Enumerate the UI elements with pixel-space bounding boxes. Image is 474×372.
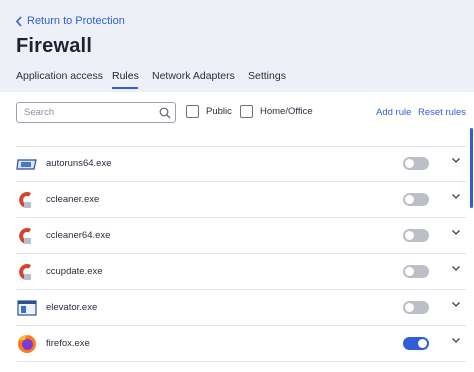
home-office-checkbox-label: Home/Office	[260, 106, 313, 117]
rule-toggle[interactable]	[403, 193, 429, 206]
toggle-knob	[405, 159, 414, 168]
tab-settings[interactable]: Settings	[248, 70, 286, 82]
search-input[interactable]: Search	[16, 102, 176, 123]
chevron-down-icon[interactable]	[450, 226, 462, 238]
rule-toggle[interactable]	[403, 265, 429, 278]
chevron-down-icon[interactable]	[450, 262, 462, 274]
firefox-icon	[18, 335, 36, 353]
add-rule-button[interactable]: Add rule	[376, 107, 411, 118]
list-item: elevator.exe	[16, 290, 466, 326]
active-tab-indicator	[112, 87, 138, 89]
rule-name: firefox.exe	[46, 338, 90, 349]
rule-toggle[interactable]	[403, 229, 429, 242]
search-placeholder: Search	[24, 107, 55, 118]
tab-rules[interactable]: Rules	[112, 70, 139, 82]
chevron-down-icon[interactable]	[450, 154, 462, 166]
rule-name: elevator.exe	[46, 302, 98, 313]
chevron-down-icon[interactable]	[450, 334, 462, 346]
toggle-knob	[405, 195, 414, 204]
rule-name: ccupdate.exe	[46, 266, 103, 277]
ccleaner-icon	[19, 264, 31, 280]
scrollbar-thumb[interactable]	[470, 128, 473, 208]
list-item: ccleaner.exe	[16, 182, 466, 218]
search-icon	[159, 107, 171, 119]
tab-network-adapters[interactable]: Network Adapters	[152, 70, 235, 82]
page-title: Firewall	[16, 35, 93, 57]
toggle-knob	[418, 339, 427, 348]
back-link-label: Return to Protection	[27, 15, 125, 27]
list-item: firefox.exe	[16, 326, 466, 362]
toggle-knob	[405, 231, 414, 240]
rule-toggle[interactable]	[403, 337, 429, 350]
list-item: ccupdate.exe	[16, 254, 466, 290]
chevron-left-icon	[15, 15, 22, 27]
ccleaner-icon	[19, 228, 31, 244]
list-item: ccleaner64.exe	[16, 218, 466, 254]
home-office-checkbox[interactable]	[240, 105, 253, 118]
list-item: autoruns64.exe	[16, 146, 466, 182]
back-to-protection-link[interactable]: Return to Protection	[15, 13, 125, 29]
chevron-down-icon[interactable]	[450, 190, 462, 202]
rule-name: ccleaner.exe	[46, 194, 100, 205]
rule-toggle[interactable]	[403, 301, 429, 314]
row-divider	[16, 361, 466, 362]
reset-rules-button[interactable]: Reset rules	[418, 107, 466, 118]
toggle-knob	[405, 303, 414, 312]
public-checkbox-label: Public	[206, 106, 232, 117]
window-app-icon	[17, 300, 37, 316]
autoruns-icon	[16, 159, 37, 170]
rule-name: autoruns64.exe	[46, 158, 112, 169]
chevron-down-icon[interactable]	[450, 298, 462, 310]
tab-application-access[interactable]: Application access	[16, 70, 103, 82]
rule-name: ccleaner64.exe	[46, 230, 111, 241]
rule-toggle[interactable]	[403, 157, 429, 170]
ccleaner-icon	[19, 192, 31, 208]
toggle-knob	[405, 267, 414, 276]
page-header: Return to Protection Firewall Applicatio…	[0, 0, 474, 92]
public-checkbox[interactable]	[186, 105, 199, 118]
